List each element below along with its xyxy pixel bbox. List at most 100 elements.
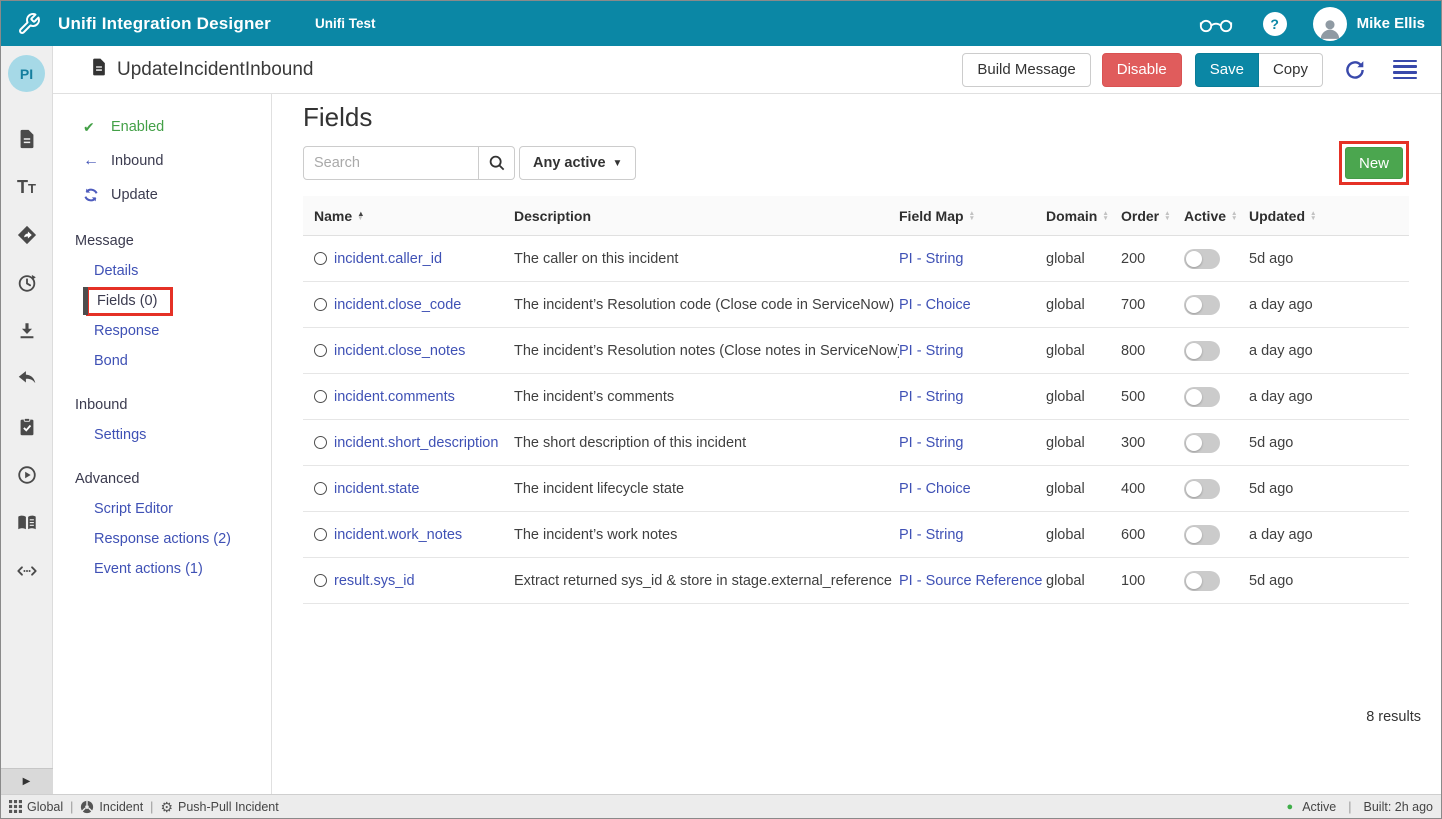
table-item[interactable]: Incident bbox=[80, 800, 143, 814]
sync-icon bbox=[83, 187, 103, 203]
refresh-icon[interactable] bbox=[1343, 58, 1367, 82]
field-map-link[interactable]: PI - String bbox=[899, 251, 963, 267]
user-avatar[interactable] bbox=[1313, 7, 1347, 41]
nav-settings[interactable]: Settings bbox=[53, 420, 271, 450]
integration-avatar[interactable]: PI bbox=[8, 55, 45, 92]
search-button[interactable] bbox=[479, 146, 515, 180]
field-domain: global bbox=[1046, 297, 1121, 313]
active-toggle[interactable] bbox=[1184, 387, 1220, 407]
help-icon[interactable]: ? bbox=[1263, 12, 1287, 36]
fields-annotation-box: Fields (0) bbox=[86, 287, 173, 316]
document-icon[interactable] bbox=[1, 115, 53, 163]
app-title: Unifi Integration Designer bbox=[58, 14, 271, 34]
table-row: incident.work_notes The incident’s work … bbox=[303, 512, 1409, 558]
column-header-domain[interactable]: Domain ▲▼ bbox=[1046, 208, 1121, 224]
nav-response[interactable]: Response bbox=[53, 316, 271, 346]
field-map-link[interactable]: PI - Source Reference bbox=[899, 573, 1042, 589]
history-icon[interactable] bbox=[1, 259, 53, 307]
field-map-link[interactable]: PI - String bbox=[899, 389, 963, 405]
field-description: The incident lifecycle state bbox=[514, 481, 899, 497]
field-name-link[interactable]: incident.close_notes bbox=[334, 343, 465, 359]
wrench-icon[interactable] bbox=[17, 12, 41, 36]
field-map-link[interactable]: PI - Choice bbox=[899, 481, 971, 497]
undo-icon[interactable] bbox=[1, 355, 53, 403]
field-updated: a day ago bbox=[1249, 527, 1409, 543]
nav-enabled[interactable]: ✔ Enabled bbox=[53, 110, 271, 144]
field-name-link[interactable]: incident.close_code bbox=[334, 297, 461, 313]
field-order: 400 bbox=[1121, 481, 1184, 497]
text-format-icon[interactable]: TT bbox=[1, 163, 53, 211]
field-description: The incident’s Resolution code (Close co… bbox=[514, 297, 899, 313]
copy-button[interactable]: Copy bbox=[1259, 53, 1323, 87]
field-updated: a day ago bbox=[1249, 389, 1409, 405]
column-header-active[interactable]: Active ▲▼ bbox=[1184, 208, 1249, 224]
status-dot-icon: ● bbox=[1287, 801, 1294, 813]
chevron-down-icon: ▼ bbox=[613, 158, 623, 169]
expand-rail-button[interactable]: ▶ bbox=[1, 768, 53, 794]
field-name-link[interactable]: incident.caller_id bbox=[334, 251, 442, 267]
docs-icon[interactable] bbox=[1, 499, 53, 547]
glasses-icon[interactable] bbox=[1199, 15, 1233, 33]
field-updated: 5d ago bbox=[1249, 435, 1409, 451]
nav-bond[interactable]: Bond bbox=[53, 346, 271, 376]
field-map-link[interactable]: PI - String bbox=[899, 343, 963, 359]
side-nav: ✔ Enabled ← Inbound Update Message bbox=[53, 94, 272, 794]
new-annotation-box: New bbox=[1339, 141, 1409, 185]
process-item[interactable]: ⚙ Push-Pull Incident bbox=[160, 800, 278, 814]
active-toggle[interactable] bbox=[1184, 479, 1220, 499]
active-filter-dropdown[interactable]: Any active ▼ bbox=[519, 146, 636, 180]
field-status-circle-icon bbox=[314, 528, 327, 541]
build-message-button[interactable]: Build Message bbox=[962, 53, 1090, 87]
nav-fields[interactable]: Fields (0) bbox=[53, 286, 271, 316]
field-name-link[interactable]: incident.comments bbox=[334, 389, 455, 405]
table-rows: incident.caller_id The caller on this in… bbox=[303, 236, 1409, 604]
tasks-icon[interactable] bbox=[1, 403, 53, 451]
milestone-icon[interactable] bbox=[1, 211, 53, 259]
field-status-circle-icon bbox=[314, 482, 327, 495]
menu-icon[interactable] bbox=[1391, 56, 1419, 83]
message-document-icon bbox=[89, 57, 109, 82]
arrow-left-icon: ← bbox=[83, 152, 103, 170]
field-description: The incident’s Resolution notes (Close n… bbox=[514, 343, 899, 359]
user-name[interactable]: Mike Ellis bbox=[1357, 15, 1425, 32]
active-toggle[interactable] bbox=[1184, 571, 1220, 591]
scope-item[interactable]: Global bbox=[9, 800, 63, 814]
page-title: UpdateIncidentInbound bbox=[117, 59, 314, 81]
field-name-link[interactable]: incident.state bbox=[334, 481, 419, 497]
field-map-link[interactable]: PI - Choice bbox=[899, 297, 971, 313]
column-header-updated[interactable]: Updated ▲▼ bbox=[1249, 208, 1409, 224]
field-description: The caller on this incident bbox=[514, 251, 899, 267]
download-icon[interactable] bbox=[1, 307, 53, 355]
active-toggle[interactable] bbox=[1184, 341, 1220, 361]
column-header-field-map[interactable]: Field Map ▲▼ bbox=[899, 208, 1046, 224]
disable-button[interactable]: Disable bbox=[1102, 53, 1182, 87]
field-name-link[interactable]: result.sys_id bbox=[334, 573, 415, 589]
field-map-link[interactable]: PI - String bbox=[899, 527, 963, 543]
nav-update-action[interactable]: Update bbox=[53, 178, 271, 212]
search-input[interactable] bbox=[303, 146, 479, 180]
play-circle-icon[interactable] bbox=[1, 451, 53, 499]
save-button[interactable]: Save bbox=[1195, 53, 1259, 87]
column-header-name[interactable]: Name ▲▼ bbox=[314, 208, 514, 224]
sort-icon: ▲▼ bbox=[1231, 211, 1237, 221]
nav-inbound-direction[interactable]: ← Inbound bbox=[53, 144, 271, 178]
field-name-link[interactable]: incident.short_description bbox=[334, 435, 498, 451]
nav-response-actions[interactable]: Response actions (2) bbox=[53, 524, 271, 554]
table-header: Name ▲▼ Description Field Map ▲▼ bbox=[303, 196, 1409, 236]
active-toggle[interactable] bbox=[1184, 525, 1220, 545]
field-map-link[interactable]: PI - String bbox=[899, 435, 963, 451]
code-icon[interactable] bbox=[1, 547, 53, 595]
active-toggle[interactable] bbox=[1184, 433, 1220, 453]
grid-icon bbox=[9, 800, 22, 813]
nav-event-actions[interactable]: Event actions (1) bbox=[53, 554, 271, 584]
column-header-description: Description bbox=[514, 208, 899, 224]
nav-script-editor[interactable]: Script Editor bbox=[53, 494, 271, 524]
field-status-circle-icon bbox=[314, 344, 327, 357]
field-name-link[interactable]: incident.work_notes bbox=[334, 527, 462, 543]
column-header-order[interactable]: Order ▲▼ bbox=[1121, 208, 1184, 224]
active-toggle[interactable] bbox=[1184, 249, 1220, 269]
new-button[interactable]: New bbox=[1345, 147, 1403, 179]
field-domain: global bbox=[1046, 435, 1121, 451]
active-toggle[interactable] bbox=[1184, 295, 1220, 315]
nav-details[interactable]: Details bbox=[53, 256, 271, 286]
